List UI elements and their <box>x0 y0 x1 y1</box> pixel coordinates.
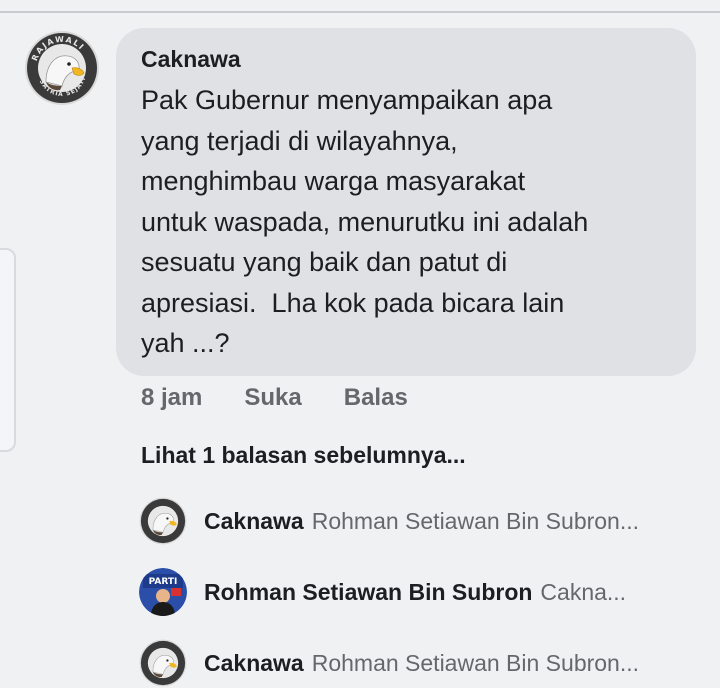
top-divider <box>0 11 720 13</box>
reply-author[interactable]: Caknawa <box>204 650 304 677</box>
reply-avatar[interactable] <box>139 639 187 687</box>
eagle-logo-icon <box>139 497 187 545</box>
reply-snippet: Cakna... <box>540 578 627 605</box>
commenter-avatar[interactable]: RAJAWALI SATRIA SEJATI <box>24 30 100 106</box>
reply-avatar[interactable]: PARTI <box>139 568 187 616</box>
comment-actions: 8 jam Suka Balas <box>141 380 450 416</box>
reply-author[interactable]: Rohman Setiawan Bin Subron <box>204 579 532 606</box>
reply-author[interactable]: Caknawa <box>204 508 304 535</box>
eagle-logo-icon <box>139 639 187 687</box>
comment-timestamp[interactable]: 8 jam <box>141 384 202 412</box>
avatar-banner-text: PARTI <box>149 577 178 587</box>
like-button[interactable]: Suka <box>244 384 301 412</box>
side-panel-edge <box>0 248 16 452</box>
reply-snippet: Rohman Setiawan Bin Subron... <box>311 649 640 676</box>
comment-text: Pak Gubernur menyampaikan apa yang terja… <box>141 85 589 358</box>
eagle-logo-icon: RAJAWALI SATRIA SEJATI <box>25 31 99 105</box>
reply-button[interactable]: Balas <box>344 384 408 412</box>
comment-author[interactable]: Caknawa <box>141 44 672 74</box>
reply-item[interactable]: Caknawa Rohman Setiawan Bin Subron... <box>139 638 709 688</box>
reply-snippet: Rohman Setiawan Bin Subron... <box>311 507 640 534</box>
reply-item[interactable]: PARTI Rohman Setiawan Bin Subron Cakna..… <box>139 567 709 617</box>
comment-bubble: Caknawa Pak Gubernur menyampaikan apa ya… <box>116 28 696 376</box>
view-previous-replies-link[interactable]: Lihat 1 balasan sebelumnya... <box>141 438 466 472</box>
reply-avatar[interactable] <box>139 497 187 545</box>
profile-photo-icon: PARTI <box>139 568 187 616</box>
reply-item[interactable]: Caknawa Rohman Setiawan Bin Subron... <box>139 496 709 546</box>
